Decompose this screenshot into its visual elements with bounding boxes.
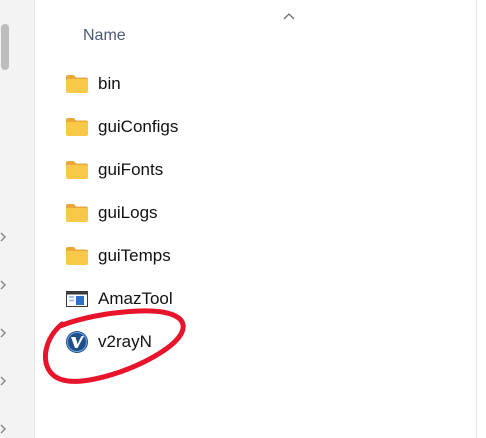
file-name: AmazTool xyxy=(98,289,173,308)
list-item-v2rayn[interactable]: v2rayN xyxy=(65,329,365,355)
file-name: guiLogs xyxy=(98,203,158,222)
folder-icon xyxy=(65,115,89,139)
column-divider[interactable] xyxy=(476,0,477,438)
chevron-right-icon[interactable] xyxy=(0,232,6,242)
nav-scrollbar[interactable] xyxy=(0,0,10,438)
column-header-name[interactable]: Name xyxy=(83,24,126,48)
sort-ascending-icon xyxy=(281,8,297,20)
file-name: guiFonts xyxy=(98,160,164,179)
list-item-amaztool[interactable]: AmazTool xyxy=(65,286,365,312)
file-list-pane: Name bin guiConfigs guiFonts guiLogs gui… xyxy=(35,0,486,438)
v2rayn-app-icon xyxy=(65,330,89,354)
folder-icon xyxy=(65,158,89,182)
navigation-pane[interactable] xyxy=(0,0,34,438)
app-window-icon xyxy=(65,287,89,311)
chevron-right-icon[interactable] xyxy=(0,328,6,338)
folder-icon xyxy=(65,201,89,225)
chevron-right-icon[interactable] xyxy=(0,424,6,434)
list-item-guitemps[interactable]: guiTemps xyxy=(65,243,365,269)
folder-icon xyxy=(65,244,89,268)
file-name: guiTemps xyxy=(98,246,171,265)
nav-scrollbar-thumb[interactable] xyxy=(1,24,9,70)
folder-icon xyxy=(65,72,89,96)
file-name: bin xyxy=(98,74,121,93)
list-item-guilogs[interactable]: guiLogs xyxy=(65,200,365,226)
chevron-right-icon[interactable] xyxy=(0,376,6,386)
file-name: guiConfigs xyxy=(98,117,179,136)
chevron-right-icon[interactable] xyxy=(0,280,6,290)
file-name: v2rayN xyxy=(98,332,152,351)
list-item-bin[interactable]: bin xyxy=(65,71,365,97)
list-item-guifonts[interactable]: guiFonts xyxy=(65,157,365,183)
list-item-guiconfigs[interactable]: guiConfigs xyxy=(65,114,365,140)
file-explorer-window: Name bin guiConfigs guiFonts guiLogs gui… xyxy=(0,0,486,438)
